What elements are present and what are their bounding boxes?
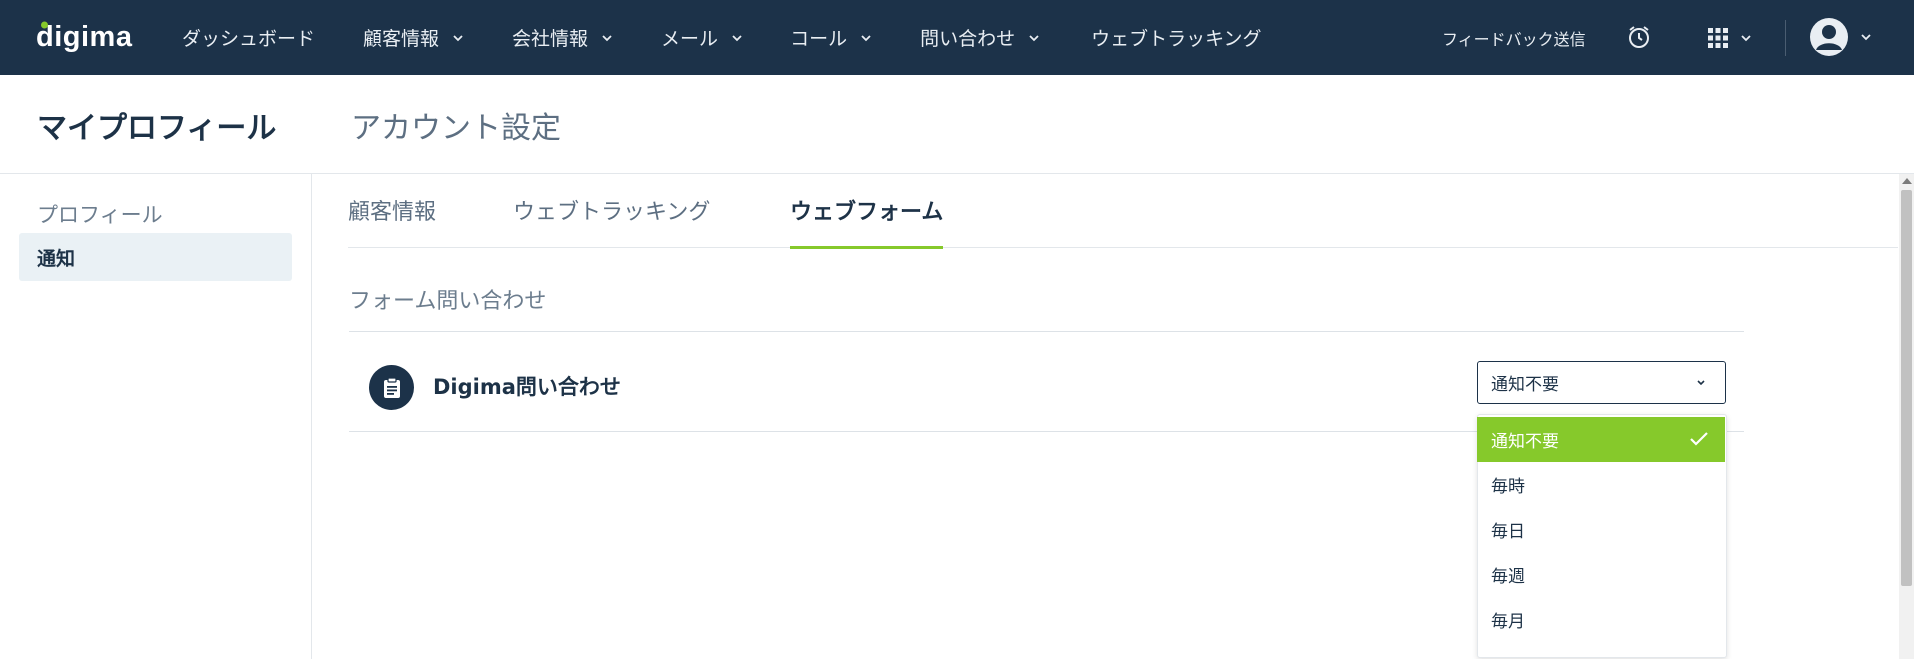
section-divider [349, 331, 1744, 332]
select-value: 通知不要 [1491, 375, 1559, 395]
sidebar-item-profile[interactable]: プロフィール [19, 190, 292, 238]
chevron-down-icon [1029, 34, 1039, 41]
page-header: マイプロフィール アカウント設定 [0, 75, 1914, 174]
dropdown-option-monthly[interactable]: 毎月 [1477, 597, 1725, 642]
nav-item-customers[interactable]: 顧客情報 [363, 0, 465, 75]
chevron-down-icon [732, 34, 742, 41]
notification-frequency-select[interactable]: 通知不要 [1477, 361, 1726, 404]
page-title: マイプロフィール [37, 111, 277, 146]
tab-web-tracking[interactable]: ウェブトラッキング [513, 194, 710, 248]
dropdown-option-hourly[interactable]: 毎時 [1477, 462, 1725, 507]
user-menu-button[interactable] [1809, 17, 1873, 57]
alarm-button[interactable] [1626, 24, 1652, 50]
chevron-down-icon [861, 34, 871, 41]
nav-item-dashboard[interactable]: ダッシュボード [182, 0, 315, 75]
apps-grid-icon [1708, 28, 1728, 48]
nav-item-companies[interactable]: 会社情報 [512, 0, 614, 75]
dropdown-option-none[interactable]: 通知不要 [1477, 417, 1725, 462]
apps-menu-button[interactable] [1707, 27, 1753, 49]
nav-item-web-tracking[interactable]: ウェブトラッキング [1091, 0, 1261, 75]
logo-mark: digima [36, 21, 133, 53]
main-nav: ダッシュボード 顧客情報 会社情報 メール コール 問い合わせ ウェブトラッキン… [182, 0, 1262, 75]
chevron-down-icon [453, 34, 463, 41]
chevron-down-icon [1861, 34, 1871, 41]
page-subtitle: アカウント設定 [351, 111, 561, 146]
sidebar: プロフィール 通知 [0, 174, 312, 659]
tab-web-form[interactable]: ウェブフォーム [790, 194, 944, 249]
nav-item-call[interactable]: コール [790, 0, 873, 75]
nav-item-inquiries[interactable]: 問い合わせ [920, 0, 1041, 75]
clipboard-icon [383, 376, 400, 398]
user-avatar-icon [1810, 18, 1848, 56]
section-title: フォーム問い合わせ [349, 289, 547, 314]
scroll-up-arrow[interactable] [1902, 178, 1912, 184]
sidebar-item-notifications[interactable]: 通知 [19, 233, 292, 281]
scrollbar-thumb[interactable] [1901, 190, 1912, 586]
dropdown-option-weekly[interactable]: 毎週 [1477, 552, 1725, 597]
nav-item-mail[interactable]: メール [661, 0, 744, 75]
tab-bar: 顧客情報 ウェブトラッキング ウェブフォーム [348, 174, 1898, 249]
dropdown-option-daily[interactable]: 毎日 [1477, 507, 1725, 552]
feedback-link[interactable]: フィードバック送信 [1442, 26, 1586, 50]
form-icon-badge [369, 365, 414, 410]
form-name: Digima問い合わせ [433, 375, 621, 399]
svg-text:digima: digima [36, 21, 133, 53]
check-icon [1690, 432, 1708, 446]
chevron-down-icon [1697, 380, 1705, 386]
top-navbar: digima ダッシュボード 顧客情報 会社情報 メール コール 問い合わせ ウ… [0, 0, 1914, 75]
chevron-down-icon [602, 34, 612, 41]
navbar-divider [1785, 20, 1786, 56]
chevron-down-icon [1741, 35, 1751, 42]
tab-customer-info[interactable]: 顧客情報 [348, 194, 436, 248]
alarm-clock-icon [1629, 26, 1649, 48]
digima-logo[interactable]: digima [36, 18, 154, 56]
